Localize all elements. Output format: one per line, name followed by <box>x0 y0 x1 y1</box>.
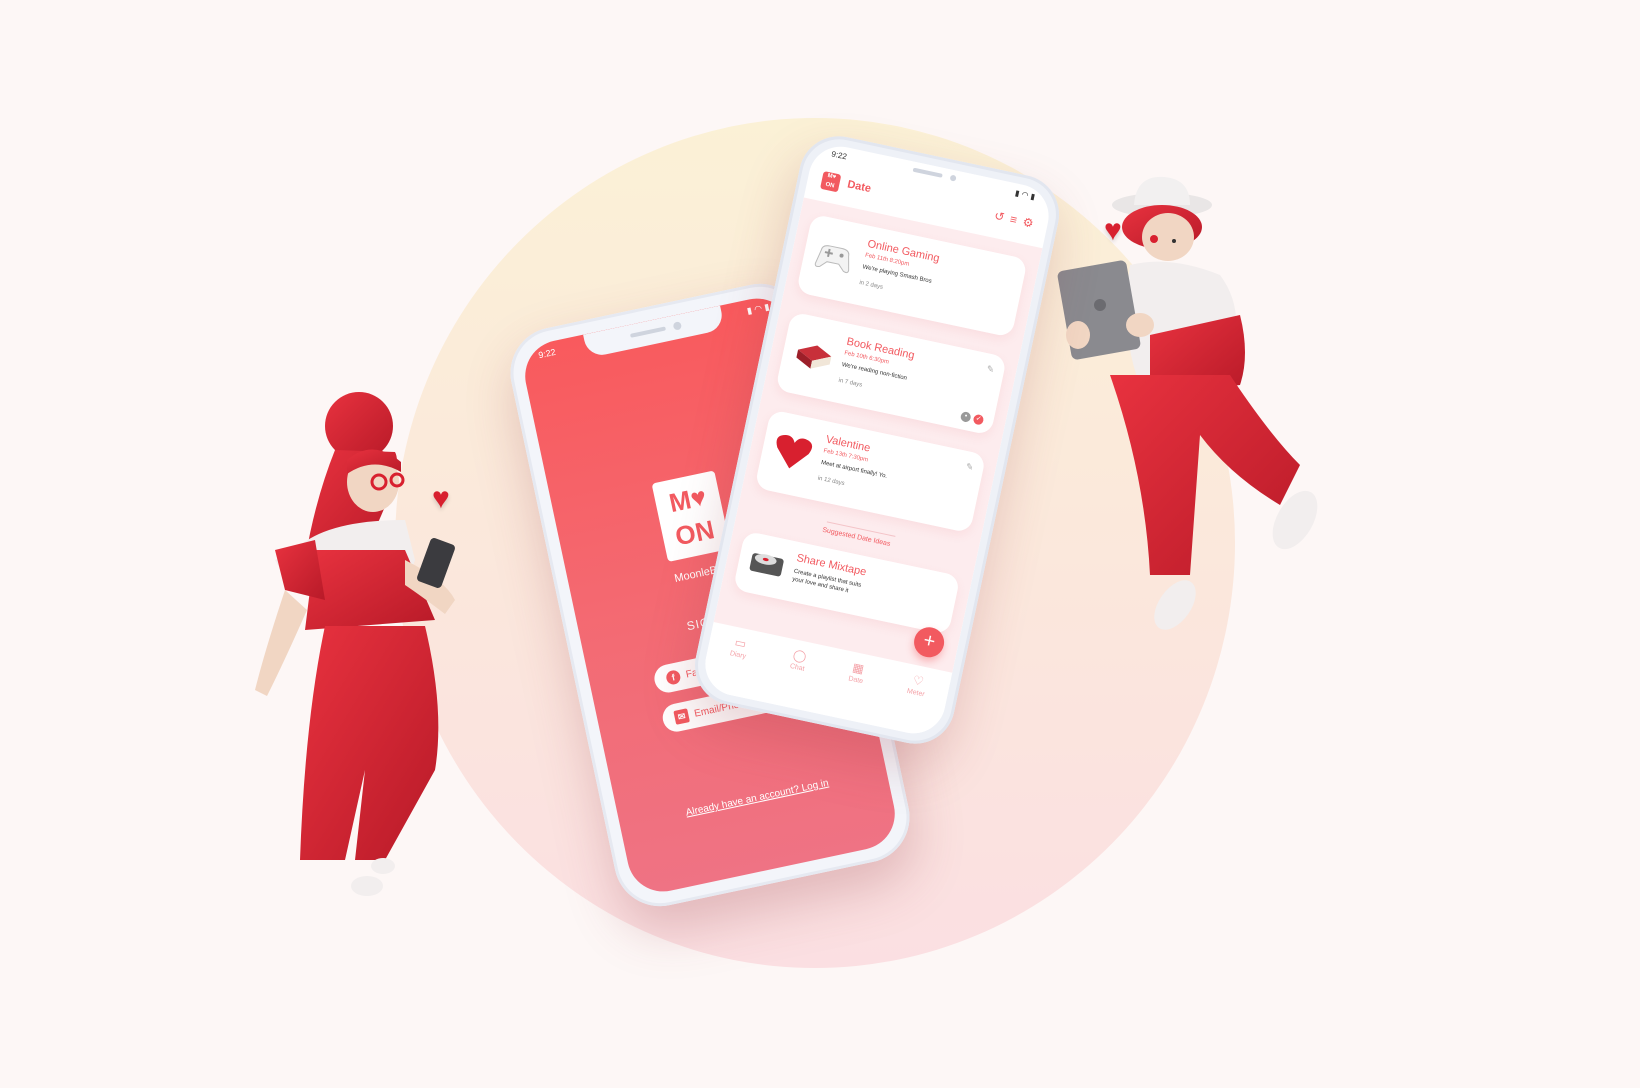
book-icon <box>796 345 832 369</box>
tab-label: Date <box>847 675 864 686</box>
logo-letters-on: ON <box>672 514 717 552</box>
card-description: Meet at airport finally! Yo. <box>820 459 888 480</box>
gear-icon[interactable]: ⚙ <box>1021 215 1034 231</box>
appbar-actions: ↺ ≡ ⚙ <box>993 209 1035 231</box>
card-countdown: in 12 days <box>817 475 846 488</box>
status-icons: ▮ ◠ ▮ <box>1014 188 1036 202</box>
tab-diary[interactable]: ▭ Diary <box>729 635 750 661</box>
login-link[interactable]: Already have an account? Log in <box>658 772 856 824</box>
heart-icon <box>776 434 813 469</box>
tab-date[interactable]: ▦ Date <box>847 660 867 686</box>
status-icons: ▮ ◠ ▮ <box>745 301 771 316</box>
tab-chat[interactable]: ◯ Chat <box>789 647 808 673</box>
tab-label: Diary <box>729 650 747 661</box>
edit-icon[interactable]: ✎ <box>986 363 995 375</box>
edit-icon[interactable]: ✎ <box>965 461 974 473</box>
tab-meter[interactable]: ♡ Meter <box>906 672 928 698</box>
tab-label: Chat <box>789 662 806 673</box>
heart-icon: ♥ <box>432 482 450 515</box>
history-icon[interactable]: ↺ <box>993 209 1006 225</box>
chat-icon: ◯ <box>791 647 808 664</box>
card-countdown: in 2 days <box>858 279 884 291</box>
pending-icon[interactable]: • <box>959 411 972 423</box>
card-description: We're reading non-fiction <box>841 362 908 382</box>
card-countdown: in 7 days <box>837 377 863 389</box>
check-icon[interactable]: ✓ <box>972 413 985 426</box>
boy-illustration <box>1050 175 1340 655</box>
app-logo-icon: M♥ ON <box>820 171 842 193</box>
card-status: • ✓ <box>959 411 985 426</box>
share-mixtape-card[interactable]: Share Mixtape Create a playlist that sui… <box>732 530 961 636</box>
calendar-icon: ▦ <box>851 660 866 677</box>
sort-icon[interactable]: ≡ <box>1009 212 1019 227</box>
heart-outline-icon: ♡ <box>911 672 926 689</box>
girl-illustration <box>255 390 485 910</box>
page-title: Date <box>846 178 873 196</box>
tab-label: Meter <box>906 687 926 699</box>
status-time: 9:22 <box>537 346 557 361</box>
date-card[interactable]: Valentine Feb 13th 7:30pm Meet at airpor… <box>754 409 987 534</box>
status-time: 9:22 <box>830 149 848 162</box>
heart-icon: ♥ <box>1104 214 1122 247</box>
turntable-icon <box>749 553 784 577</box>
mail-icon: ✉ <box>673 708 690 725</box>
facebook-icon: f <box>665 669 682 686</box>
book-icon: ▭ <box>733 635 748 652</box>
gamepad-icon <box>814 245 850 274</box>
